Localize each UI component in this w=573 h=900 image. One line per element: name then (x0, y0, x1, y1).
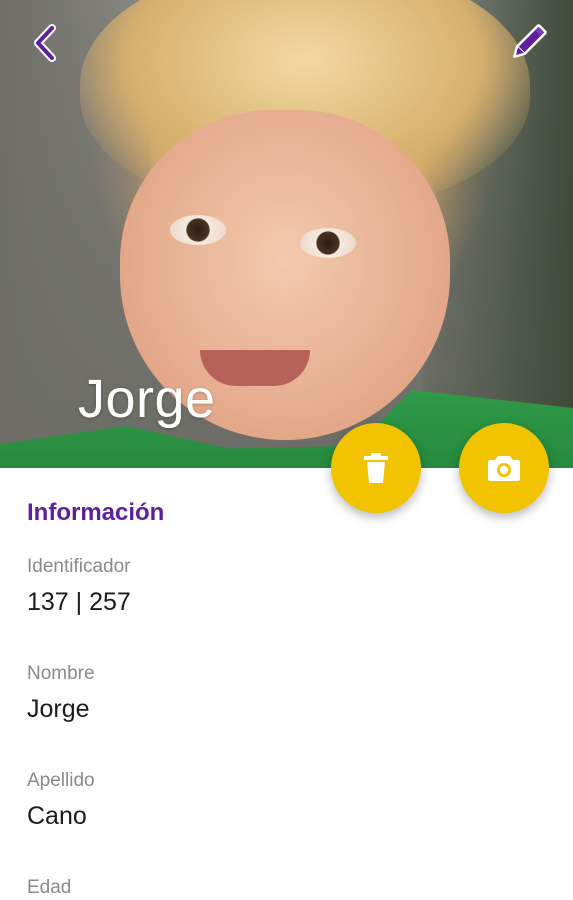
camera-icon (488, 456, 520, 481)
pencil-icon (513, 24, 547, 58)
section-title-informacion: Información (27, 499, 165, 526)
back-button[interactable] (20, 18, 70, 68)
field-value-nombre: Jorge (27, 695, 90, 723)
field-label-apellido: Apellido (27, 770, 95, 791)
field-label-identificador: Identificador (27, 556, 131, 577)
field-label-edad: Edad (27, 877, 72, 898)
field-value-identificador: 137 | 257 (27, 588, 131, 616)
trash-icon (364, 453, 388, 483)
edit-button[interactable] (503, 18, 553, 68)
chevron-left-icon (34, 24, 56, 62)
field-value-apellido: Cano (27, 802, 87, 830)
take-photo-button[interactable] (459, 423, 549, 513)
field-label-nombre: Nombre (27, 663, 95, 684)
delete-photo-button[interactable] (331, 423, 421, 513)
profile-name-title: Jorge (78, 369, 216, 429)
